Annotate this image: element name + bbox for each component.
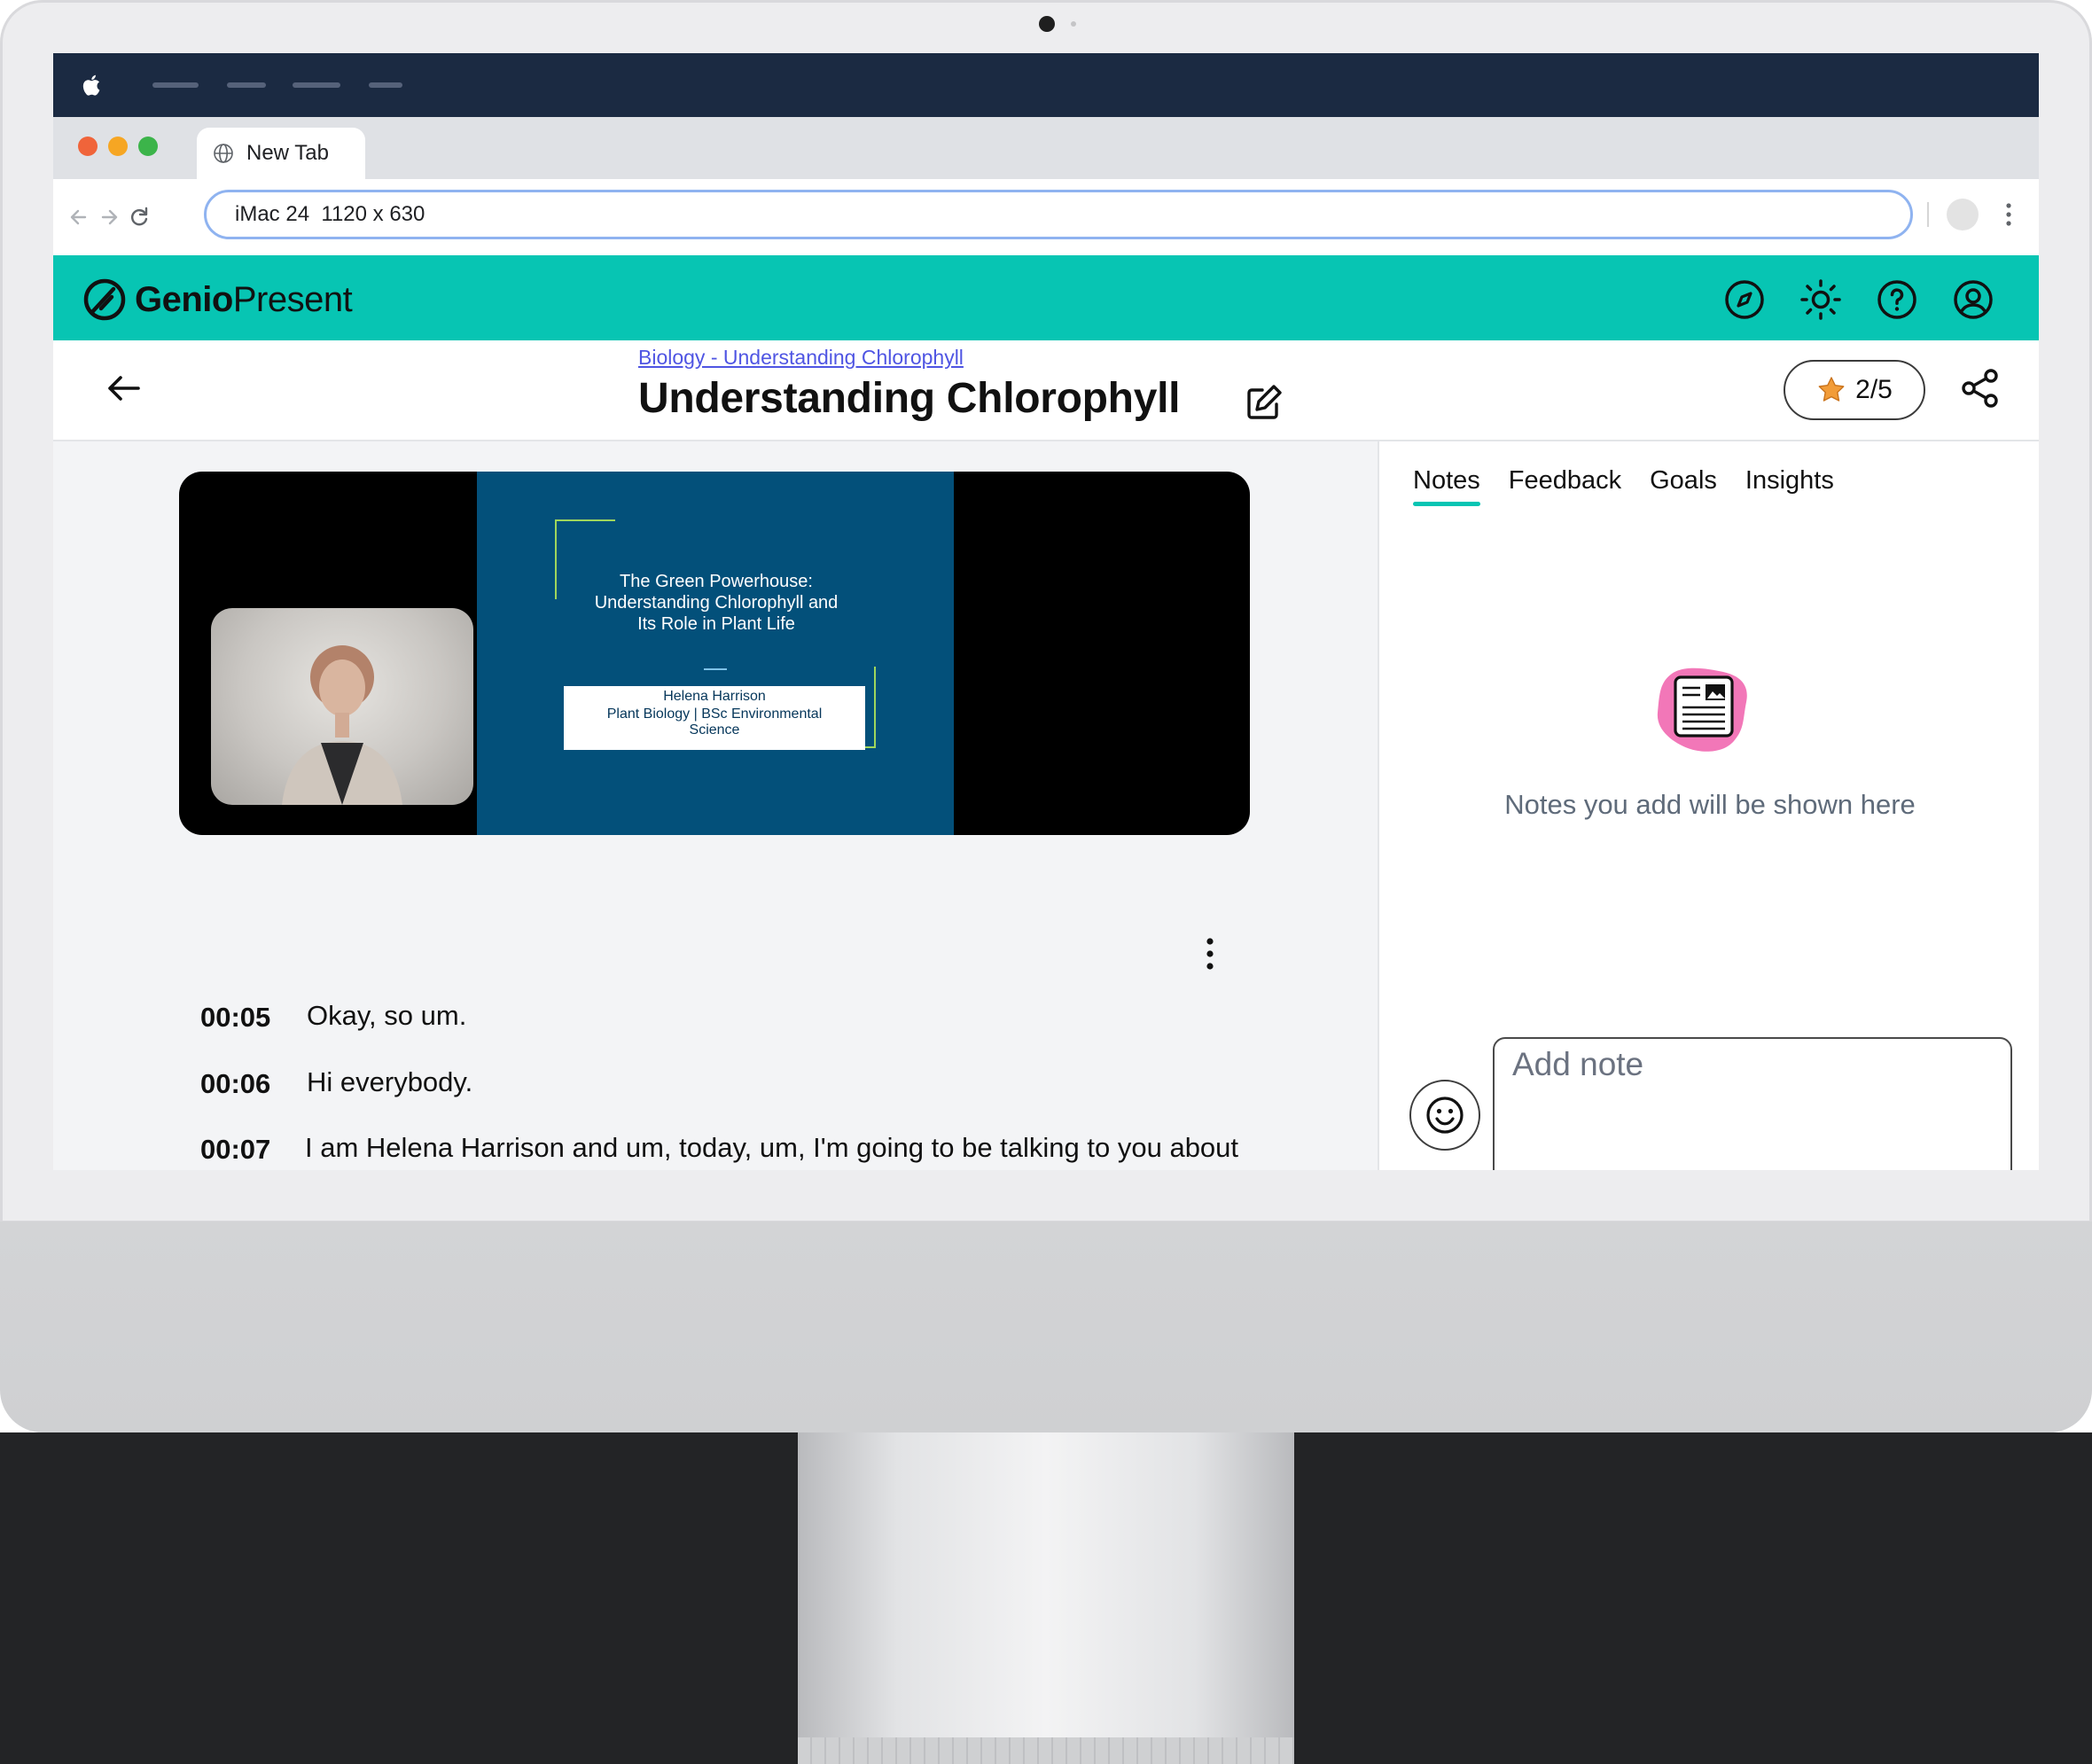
apple-icon[interactable] <box>80 71 105 99</box>
brand-name-light: Present <box>232 279 353 319</box>
slide-title-line: Its Role in Plant Life <box>637 614 795 634</box>
browser-tabstrip: New Tab <box>53 117 2039 179</box>
screen: New Tab iMac 24 1120 x 630 GenioPresent … <box>53 53 2039 1170</box>
browser-back-icon[interactable] <box>64 202 94 232</box>
globe-icon <box>214 144 233 163</box>
video-player[interactable]: The Green Powerhouse: Understanding Chlo… <box>179 472 1250 835</box>
browser-profile-avatar[interactable] <box>1947 199 1979 230</box>
presentation-titlebar: Biology - Understanding Chlorophyll Unde… <box>53 340 2039 441</box>
toolbar-divider <box>1927 202 1929 227</box>
slide-title-line: The Green Powerhouse: <box>620 572 813 591</box>
transcript-options-icon[interactable] <box>1206 936 1214 972</box>
slide-title: The Green Powerhouse: Understanding Chlo… <box>539 571 894 635</box>
mac-menubar <box>53 53 2039 117</box>
slide-presenter-subtitle: Plant Biology | BSc Environmental <box>606 706 823 722</box>
smiley-icon <box>1426 1097 1464 1134</box>
window-close-button[interactable] <box>78 137 98 156</box>
back-arrow-icon[interactable] <box>103 367 145 410</box>
user-account-icon[interactable] <box>1952 278 1994 321</box>
notes-empty-illustration-icon <box>1657 667 1747 752</box>
browser-tab[interactable]: New Tab <box>197 128 365 179</box>
transcript-timestamp[interactable]: 00:05 <box>200 1002 270 1034</box>
transcript-timestamp[interactable]: 00:06 <box>200 1068 270 1100</box>
emoji-picker-button[interactable] <box>1409 1080 1480 1151</box>
compass-icon[interactable] <box>1723 278 1766 321</box>
slide-divider <box>704 668 727 670</box>
window-maximize-button[interactable] <box>138 137 158 156</box>
menu-item-placeholder[interactable] <box>152 82 199 88</box>
star-icon <box>1818 377 1845 402</box>
side-panel-tabs: Notes Feedback Goals Insights <box>1413 466 1834 506</box>
page-title: Understanding Chlorophyll <box>638 375 1181 422</box>
camera-icon <box>1039 16 1055 32</box>
address-text: iMac 24 1120 x 630 <box>235 202 425 226</box>
presentation-slide: The Green Powerhouse: Understanding Chlo… <box>477 472 954 835</box>
rating-value: 2/5 <box>1855 375 1893 404</box>
genio-logo-icon <box>83 278 126 321</box>
video-transcript-panel: The Green Powerhouse: Understanding Chlo… <box>53 441 1378 1170</box>
browser-forward-icon[interactable] <box>94 202 124 232</box>
slide-presenter-name: Helena Harrison <box>663 689 766 704</box>
slide-presenter-subtitle: Science <box>689 722 740 738</box>
edit-title-icon[interactable] <box>1243 381 1285 424</box>
add-note-input[interactable] <box>1493 1037 2012 1170</box>
slide-title-line: Understanding Chlorophyll and <box>594 593 839 613</box>
menu-item-placeholder[interactable] <box>369 82 402 88</box>
monitor-chin <box>0 1222 2092 1432</box>
browser-toolbar: iMac 24 1120 x 630 <box>53 179 2039 255</box>
transcript-text: Hi everybody. <box>307 1066 473 1097</box>
rating-button[interactable]: 2/5 <box>1784 360 1925 420</box>
transcript-text: Okay, so um. <box>307 1000 467 1031</box>
address-bar-input[interactable]: iMac 24 1120 x 630 <box>204 190 1913 239</box>
notes-panel: Notes Feedback Goals Insights Notes you … <box>1378 441 2039 1170</box>
slide-presenter-card: Helena Harrison Plant Biology | BSc Envi… <box>564 686 865 750</box>
transcript-text: I am Helena Harrison and um, today, um, … <box>305 1132 1239 1163</box>
sun-icon[interactable] <box>1799 278 1842 321</box>
browser-reload-icon[interactable] <box>124 202 154 232</box>
monitor-stand-foot <box>798 1737 1294 1764</box>
tab-insights[interactable]: Insights <box>1745 466 1834 506</box>
presenter-webcam-feed <box>211 608 473 805</box>
notes-empty-message: Notes you add will be shown here <box>1504 789 1916 820</box>
presenter-video-image <box>282 645 402 805</box>
menu-item-placeholder[interactable] <box>227 82 266 88</box>
app-header: GenioPresent <box>53 255 2039 340</box>
browser-tab-title: New Tab <box>246 141 329 165</box>
monitor-stand <box>798 1432 1294 1764</box>
breadcrumb-link[interactable]: Biology - Understanding Chlorophyll <box>638 346 964 370</box>
tab-feedback[interactable]: Feedback <box>1509 466 1621 506</box>
camera-indicator <box>1071 21 1076 27</box>
brand-logo[interactable]: GenioPresent <box>82 277 353 323</box>
tab-goals[interactable]: Goals <box>1650 466 1717 506</box>
menu-item-placeholder[interactable] <box>293 82 340 88</box>
brand-name-bold: Genio <box>135 279 233 319</box>
transcript-timestamp[interactable]: 00:07 <box>200 1134 270 1166</box>
window-minimize-button[interactable] <box>108 137 128 156</box>
share-icon[interactable] <box>1957 365 2003 411</box>
help-icon[interactable] <box>1876 278 1918 321</box>
browser-menu-icon[interactable] <box>2005 200 2012 229</box>
tab-notes[interactable]: Notes <box>1413 466 1480 506</box>
